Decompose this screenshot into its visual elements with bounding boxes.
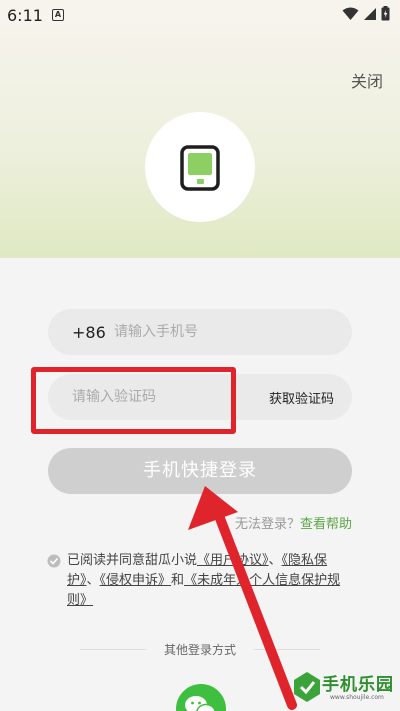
watermark-url: www.shoujile.com	[330, 694, 384, 701]
phone-input[interactable]	[114, 322, 334, 342]
phone-number-field[interactable]: +86	[48, 309, 352, 355]
status-icons	[342, 6, 390, 21]
close-button[interactable]: 关闭	[351, 68, 383, 92]
status-time: 6:11	[7, 6, 43, 25]
quick-login-button[interactable]: 手机快捷登录	[48, 448, 352, 494]
watermark: 手机乐园 www.shoujile.com	[292, 668, 398, 706]
divider-line	[254, 649, 320, 650]
agreement-checkbox-icon[interactable]	[47, 554, 61, 568]
wifi-icon	[342, 7, 359, 20]
other-login-divider: 其他登录方式	[0, 640, 400, 658]
agreement-conjunction: 和	[171, 573, 185, 588]
get-code-button[interactable]: 获取验证码	[269, 388, 334, 407]
app-logo	[145, 112, 255, 222]
battery-icon	[381, 6, 390, 21]
agreement-prefix: 已阅读并同意甜瓜小说	[67, 553, 198, 568]
help-question: 无法登录？	[234, 517, 300, 532]
agreement-separator: 、	[268, 553, 282, 568]
agreement-text: 已阅读并同意甜瓜小说《用户协议》、《隐私保护》、《侵权申诉》和《未成年人个人信息…	[67, 551, 357, 611]
agreement-separator: 、	[86, 573, 100, 588]
notification-icon: A	[52, 9, 64, 21]
highlight-box	[31, 367, 236, 434]
help-link[interactable]: 查看帮助	[300, 517, 352, 532]
infringement-link[interactable]: 《侵权申诉》	[100, 573, 172, 588]
watermark-logo-icon	[294, 672, 320, 702]
help-row: 无法登录？查看帮助	[235, 513, 352, 532]
signal-icon	[364, 7, 376, 20]
other-login-label: 其他登录方式	[163, 643, 236, 657]
status-bar: 6:11 A	[0, 0, 400, 30]
wechat-icon[interactable]	[176, 684, 226, 711]
header-banner: 6:11 A 关闭	[0, 0, 400, 258]
phone-logo-icon	[180, 145, 220, 191]
user-agreement-link[interactable]: 《用户协议》	[197, 553, 269, 568]
watermark-title: 手机乐园	[322, 675, 394, 695]
country-code-selector[interactable]: +86	[72, 323, 106, 342]
